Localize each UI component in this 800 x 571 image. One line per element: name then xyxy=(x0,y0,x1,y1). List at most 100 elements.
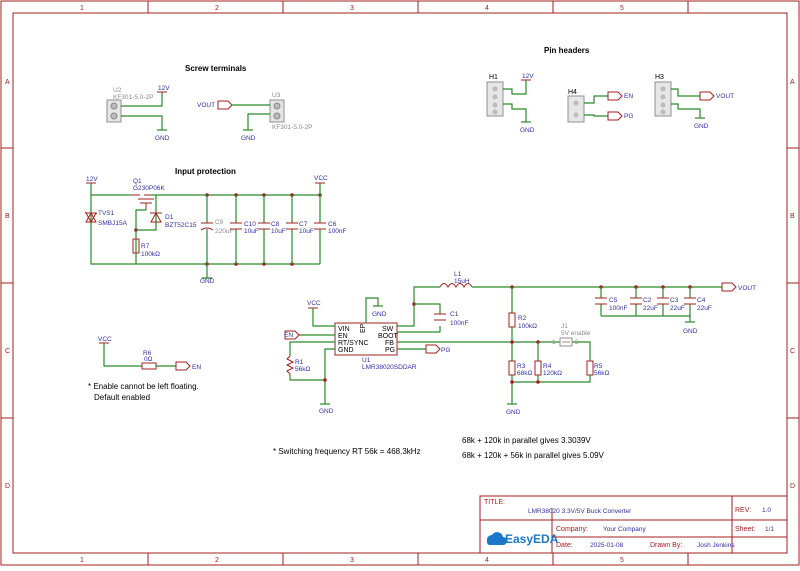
net-gnd-protection: GND xyxy=(200,278,215,285)
pin-header-h3[interactable]: H3 VOUT GND xyxy=(654,74,734,130)
c4-ref: C4 xyxy=(697,297,706,304)
net-12v-h1: 12V xyxy=(522,73,534,80)
c10-capacitor[interactable]: C10 10uF xyxy=(230,221,259,235)
c9-capacitor[interactable]: C9 220uF xyxy=(200,219,233,235)
u1-pin-boot: BOOT xyxy=(378,333,399,340)
row-label-c: C xyxy=(5,348,10,355)
pin-header-h1[interactable]: H1 12V GND xyxy=(486,73,535,134)
r7-value: 100kΩ xyxy=(141,251,160,258)
net-vout-out: VOUT xyxy=(738,285,756,292)
r1-value: 56kΩ xyxy=(295,366,310,373)
col-label-1-bottom: 1 xyxy=(80,557,84,564)
date-label: Date: xyxy=(556,542,573,549)
net-en-enable: EN xyxy=(192,364,201,371)
r3-resistor[interactable]: R3 68kΩ xyxy=(508,360,532,377)
company-label: Company: xyxy=(556,526,588,533)
r1-resistor[interactable]: R1 56kΩ xyxy=(285,355,310,375)
c10-ref: C10 xyxy=(244,221,256,228)
title-label: TITLE: xyxy=(484,499,505,506)
note-enable: * Enable cannot be left floating. xyxy=(88,382,199,391)
r3-value: 68kΩ xyxy=(517,370,532,377)
c4-capacitor[interactable]: C4 22uF xyxy=(684,297,712,312)
u1-regulator[interactable]: VIN EN RT/SYNC GND EP SW BOOT FB PG U1 L… xyxy=(334,322,417,371)
row-label-b-right: B xyxy=(790,213,795,220)
c7-value: 10uF xyxy=(299,228,314,235)
easyeda-logo-text: EasyEDA xyxy=(505,532,559,546)
screw-terminal-u3[interactable]: U3 KF301-5.0-2P VOUT GND xyxy=(197,92,312,142)
col-label-5-bottom: 5 xyxy=(620,557,624,564)
c6-capacitor[interactable]: C6 100nF xyxy=(314,221,346,235)
net-gnd-u1: GND xyxy=(319,408,334,415)
net-gnd-u3: GND xyxy=(241,135,256,142)
enable-circuit: VCC R6 0Ω EN xyxy=(98,336,201,371)
u3-ref: U3 xyxy=(272,92,281,99)
c3-capacitor[interactable]: C3 22uF xyxy=(657,297,685,312)
r7-resistor[interactable]: R7 100kΩ xyxy=(132,238,160,258)
j1-pin1: 1 xyxy=(552,339,556,346)
u1-pin-en: EN xyxy=(338,333,348,340)
sheet-value: 1/1 xyxy=(765,526,774,533)
rev-value: 1.0 xyxy=(762,507,771,514)
note-switching-freq: * Switching frequency RT 56k = 468.3kHz xyxy=(273,447,421,456)
r5-resistor[interactable]: R5 56kΩ xyxy=(586,360,609,377)
net-gnd-u2: GND xyxy=(155,135,170,142)
c5-ref: C5 xyxy=(609,297,618,304)
screw-terminal-u2[interactable]: U2 KF301-5.0-2P 12V GND xyxy=(106,85,170,142)
tvs1-value: SMBJ15A xyxy=(98,220,128,227)
header-screw-terminals: Screw terminals xyxy=(185,64,247,73)
c2-ref: C2 xyxy=(643,297,652,304)
net-pg-h4: PG xyxy=(624,113,633,120)
net-12v-u2: 12V xyxy=(158,85,170,92)
j1-pin2: 2 xyxy=(575,339,579,346)
r3-ref: R3 xyxy=(517,363,526,370)
u2-value: KF301-5.0-2P xyxy=(113,94,153,101)
c3-ref: C3 xyxy=(670,297,679,304)
u1-value: LMR38020SDDAR xyxy=(362,364,417,371)
r4-resistor[interactable]: R4 120kΩ xyxy=(534,360,562,377)
net-vout-h3: VOUT xyxy=(716,93,734,100)
drawing-frame: 1 2 3 4 5 1 2 3 4 5 A B C D A B C D xyxy=(0,0,800,566)
c8a-ref: C8 xyxy=(271,221,280,228)
col-label-1: 1 xyxy=(80,5,84,12)
c6-value: 100nF xyxy=(328,228,346,235)
l1-inductor[interactable]: L1 15uH xyxy=(439,271,473,289)
c5-capacitor[interactable]: C5 100nF xyxy=(595,297,627,312)
r2-resistor[interactable]: R2 100kΩ xyxy=(508,312,537,330)
j1-ref: J1 xyxy=(561,323,568,330)
c2-value: 22uF xyxy=(643,305,658,312)
net-vcc-u1: VCC xyxy=(307,300,321,307)
row-label-d-right: D xyxy=(790,483,795,490)
r6-resistor[interactable]: R6 0Ω xyxy=(141,350,157,370)
col-label-3-bottom: 3 xyxy=(350,557,354,564)
net-vcc-enable: VCC xyxy=(98,336,112,343)
r2-value: 100kΩ xyxy=(518,323,537,330)
c2-capacitor[interactable]: C2 22uF xyxy=(630,297,658,312)
u1-pin-fb: FB xyxy=(385,340,394,347)
l1-value: 15uH xyxy=(454,278,470,285)
net-vout-u3: VOUT xyxy=(197,102,215,109)
title-value: LMR38020 3.3V/5V Buck Converter xyxy=(528,508,632,515)
h4-ref: H4 xyxy=(568,89,577,96)
net-en-h4: EN xyxy=(624,93,633,100)
r1-ref: R1 xyxy=(295,359,304,366)
pin-header-h4[interactable]: H4 EN PG xyxy=(567,89,633,123)
c8-capacitor-10uf[interactable]: C8 10uF xyxy=(258,221,286,235)
q1-mosfet[interactable]: Q1 G230P06K xyxy=(130,178,165,210)
d1-zener[interactable]: D1 BZT52C15 xyxy=(150,211,197,229)
sheet-label: Sheet: xyxy=(735,526,755,533)
c1-value: 100nF xyxy=(450,320,468,327)
note-enable-default: Default enabled xyxy=(94,393,150,402)
c1-capacitor[interactable]: C1 100nF xyxy=(434,311,468,327)
company-value: Your Company xyxy=(603,526,647,533)
row-label-d: D xyxy=(5,483,10,490)
net-vcc-protection: VCC xyxy=(314,175,328,182)
note-parallel-5v: 68k + 120k + 56k in parallel gives 5.09V xyxy=(462,451,605,460)
easyeda-logo: EasyEDA xyxy=(486,532,559,546)
col-label-5: 5 xyxy=(620,5,624,12)
header-pin-headers: Pin headers xyxy=(544,46,590,55)
c7-capacitor[interactable]: C7 10uF xyxy=(286,221,314,235)
c8a-value: 10uF xyxy=(271,228,286,235)
tvs1-ref: TVS1 xyxy=(98,210,115,217)
net-gnd-ep: GND xyxy=(372,311,387,318)
u1-pin-rt: RT/SYNC xyxy=(338,340,369,347)
